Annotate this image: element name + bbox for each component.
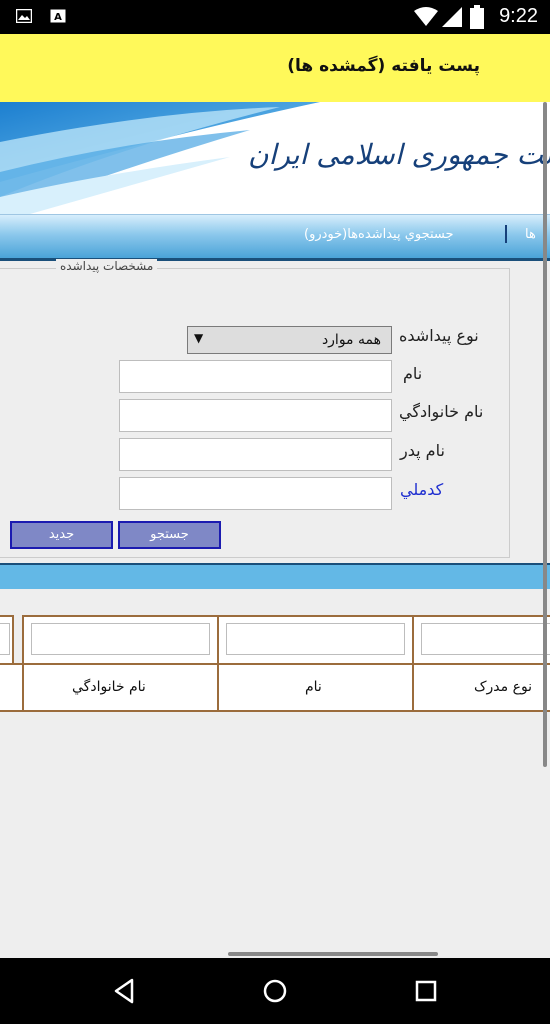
image-icon bbox=[16, 9, 32, 23]
filter-doc-type-input[interactable] bbox=[421, 623, 550, 655]
nav-link-partial[interactable]: ها bbox=[525, 227, 536, 242]
battery-icon bbox=[470, 5, 484, 29]
column-header-label: نوع مدرک bbox=[474, 679, 533, 695]
filter-cell bbox=[0, 615, 14, 665]
home-icon[interactable] bbox=[260, 976, 290, 1006]
status-bar: A 9:22 bbox=[0, 0, 550, 34]
filter-cell bbox=[217, 615, 414, 665]
column-header-doc-type[interactable]: نوع مدرک bbox=[412, 663, 550, 712]
column-header-name[interactable]: نام bbox=[217, 663, 414, 712]
column-header-label: نام bbox=[305, 679, 322, 695]
app-bar: پست یافته (گمشده ها) bbox=[0, 34, 550, 102]
filter-family-input[interactable] bbox=[31, 623, 210, 655]
recents-icon[interactable] bbox=[411, 976, 441, 1006]
top-nav: ها جستجوي پيداشده‌ها(خودرو) bbox=[0, 214, 550, 258]
family-label: نام خانوادگي bbox=[399, 402, 484, 421]
fieldset-legend: مشخصات پيداشده bbox=[56, 259, 158, 273]
new-button[interactable]: جديد bbox=[10, 521, 113, 549]
father-name-label: نام پدر bbox=[400, 441, 445, 460]
name-label: نام bbox=[403, 364, 423, 383]
column-header bbox=[0, 663, 24, 712]
signal-icon bbox=[442, 7, 462, 27]
wifi-icon bbox=[414, 7, 438, 26]
national-code-label[interactable]: کدملي bbox=[400, 480, 443, 499]
horizontal-scrollbar[interactable] bbox=[228, 952, 438, 956]
search-button[interactable]: جستجو bbox=[118, 521, 221, 549]
clock: 9:22 bbox=[499, 5, 538, 27]
filter-name-input[interactable] bbox=[226, 623, 405, 655]
results-header-bar bbox=[0, 563, 550, 589]
header-banner: ملی پست جمهوری اسلامی ایران bbox=[0, 102, 550, 214]
font-a-icon: A bbox=[50, 9, 66, 23]
dropdown-arrow-icon: ▼ bbox=[194, 331, 204, 345]
nav-link-vehicles[interactable]: جستجوي پيداشده‌ها(خودرو) bbox=[304, 227, 454, 242]
found-type-label: نوع پيداشده bbox=[399, 326, 479, 345]
father-name-input[interactable] bbox=[119, 438, 392, 471]
nav-separator bbox=[505, 225, 507, 243]
app-title: پست یافته (گمشده ها) bbox=[287, 56, 480, 76]
filter-cell bbox=[412, 615, 550, 665]
family-input[interactable] bbox=[119, 399, 392, 432]
national-code-input[interactable] bbox=[119, 477, 392, 510]
found-type-select[interactable]: همه موارد ▼ bbox=[187, 326, 392, 354]
banner-text: ملی پست جمهوری اسلامی ایران bbox=[248, 138, 550, 171]
column-header-label: نام خانوادگي bbox=[72, 679, 146, 695]
column-header-family[interactable]: نام خانوادگي bbox=[22, 663, 219, 712]
vertical-scrollbar[interactable] bbox=[543, 102, 547, 767]
filter-cell bbox=[22, 615, 219, 665]
found-type-value: همه موارد bbox=[321, 332, 381, 348]
web-content[interactable]: ملی پست جمهوری اسلامی ایران ها جستجوي پي… bbox=[0, 102, 550, 958]
svg-text:A: A bbox=[54, 12, 62, 23]
system-nav-bar bbox=[0, 958, 550, 1024]
filter-input[interactable] bbox=[0, 623, 10, 655]
back-icon[interactable] bbox=[110, 976, 140, 1006]
name-input[interactable] bbox=[119, 360, 392, 393]
results-table: نام خانوادگي نام نوع مدرک bbox=[0, 615, 550, 712]
